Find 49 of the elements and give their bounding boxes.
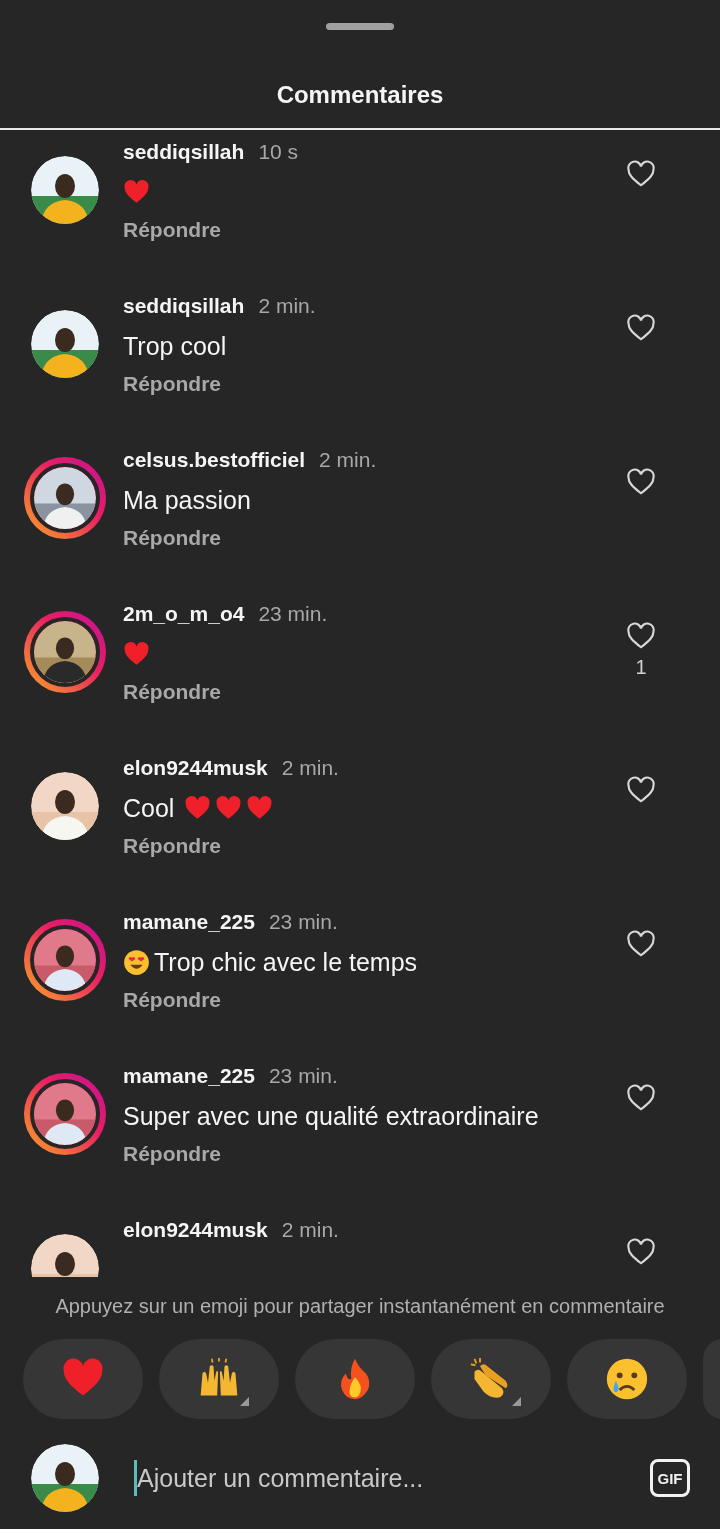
like-heart-icon[interactable] [626, 314, 656, 342]
reply-link[interactable]: Répondre [123, 1142, 221, 1166]
comment-text: Trop cool [123, 331, 227, 361]
comment-text: Super avec une qualité extraordinaire [123, 1101, 539, 1131]
timestamp: 10 s [258, 140, 299, 164]
heart-emoji-icon [184, 794, 212, 822]
heart-eyes-emoji-icon [123, 948, 150, 976]
heart-emoji-icon [246, 794, 274, 822]
drag-handle[interactable] [326, 23, 394, 30]
reply-link[interactable]: Répondre [123, 988, 221, 1012]
gif-button[interactable]: GIF [650, 1459, 690, 1497]
username[interactable]: seddiqsillah [123, 140, 245, 164]
timestamp: 23 min. [258, 602, 328, 626]
username[interactable]: elon9244musk [123, 1218, 268, 1242]
username[interactable]: mamane_225 [123, 1064, 255, 1088]
username[interactable]: mamane_225 [123, 910, 255, 934]
comment-text: Trop chic avec le temps [154, 947, 418, 977]
username[interactable]: elon9244musk [123, 756, 268, 780]
like-heart-icon[interactable] [626, 1238, 656, 1266]
crying-face-emoji-icon [605, 1357, 649, 1401]
like-heart-icon[interactable] [626, 776, 656, 804]
reply-link[interactable]: Répondre [123, 372, 221, 396]
comment-text: Cool [123, 793, 175, 823]
like-heart-icon[interactable] [626, 930, 656, 958]
heart-emoji-icon [123, 640, 150, 668]
timestamp: 2 min. [281, 756, 339, 780]
sheet-title: Commentaires [276, 80, 444, 110]
username[interactable]: seddiqsillah [123, 294, 245, 318]
timestamp: 2 min. [258, 294, 316, 318]
timestamp: 23 min. [268, 1064, 338, 1088]
like-heart-icon[interactable] [626, 1084, 656, 1112]
username[interactable]: 2m_o_m_o4 [123, 602, 245, 626]
comment-input[interactable]: Ajouter un commentaire... [134, 1460, 650, 1496]
like-heart-icon[interactable] [626, 622, 656, 650]
like-heart-icon[interactable] [626, 468, 656, 496]
timestamp: 23 min. [268, 910, 338, 934]
reply-link[interactable]: Répondre [123, 680, 221, 704]
heart-emoji-icon [215, 794, 243, 822]
username[interactable]: celsus.bestofficiel [123, 448, 306, 472]
emoji-hint: Appuyez sur un emoji pour partager instantanément en commentaire [54, 1295, 666, 1319]
reply-link[interactable]: Répondre [123, 218, 221, 242]
timestamp: 2 min. [281, 1218, 339, 1242]
reply-link[interactable]: Répondre [123, 526, 221, 550]
like-count: 1 [635, 656, 647, 679]
like-heart-icon[interactable] [626, 160, 656, 188]
comment-text: Ma passion [123, 485, 251, 515]
timestamp: 2 min. [319, 448, 377, 472]
reply-link[interactable]: Répondre [123, 834, 221, 858]
heart-emoji-icon [123, 178, 150, 206]
